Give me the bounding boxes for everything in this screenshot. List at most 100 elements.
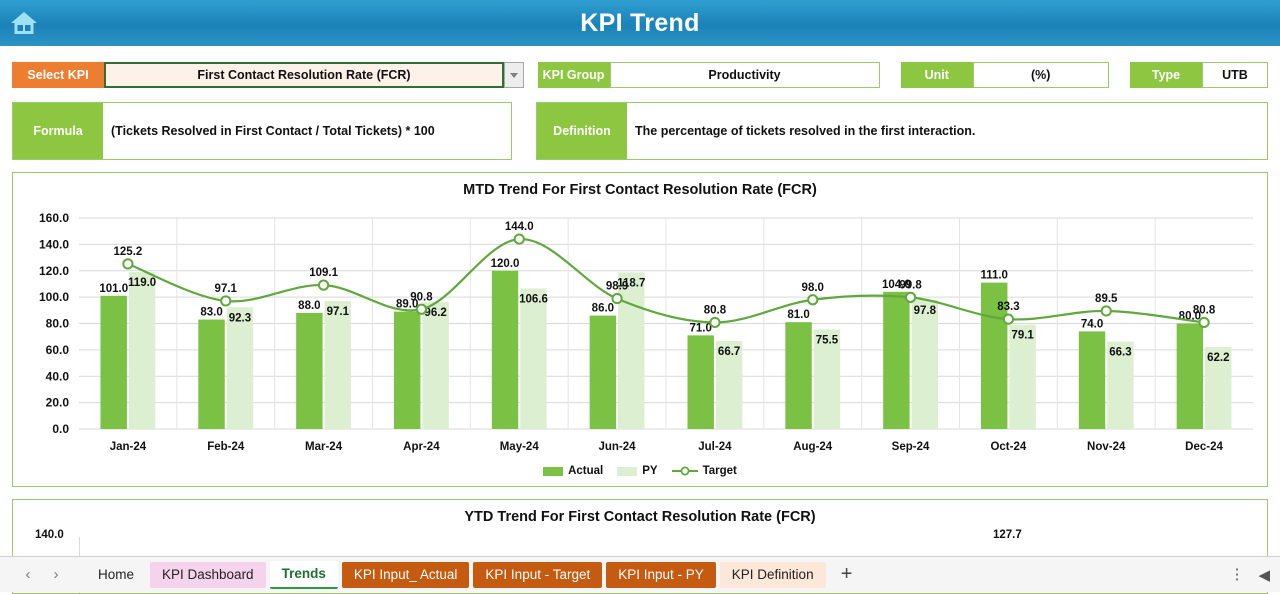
svg-text:86.0: 86.0 <box>592 303 614 315</box>
svg-text:66.3: 66.3 <box>1109 347 1131 359</box>
kpi-selector-row: Select KPI First Contact Resolution Rate… <box>12 60 1268 90</box>
svg-text:79.1: 79.1 <box>1011 330 1034 342</box>
svg-text:111.0: 111.0 <box>980 270 1008 282</box>
svg-text:97.1: 97.1 <box>327 306 350 318</box>
svg-text:66.7: 66.7 <box>718 346 740 358</box>
formula-box: Formula (Tickets Resolved in First Conta… <box>12 102 512 160</box>
select-kpi-label: Select KPI <box>12 62 104 88</box>
svg-text:125.2: 125.2 <box>114 246 143 258</box>
vertical-dots-icon[interactable]: ⋮ <box>1229 571 1244 579</box>
formula-label: Formula <box>13 103 103 159</box>
x-tick-label: Jul-24 <box>666 441 764 453</box>
legend-label: Target <box>703 465 737 477</box>
svg-text:83.0: 83.0 <box>200 307 222 319</box>
legend-item-target: Target <box>672 465 737 477</box>
sheet-tab-kpi-definition[interactable]: KPI Definition <box>720 562 826 588</box>
svg-text:120.0: 120.0 <box>491 258 520 270</box>
svg-text:80.0: 80.0 <box>46 317 70 331</box>
x-tick-label: Nov-24 <box>1057 441 1155 453</box>
sheet-tab-home[interactable]: Home <box>86 562 146 588</box>
svg-text:109.1: 109.1 <box>309 267 338 279</box>
unit-value: (%) <box>973 62 1109 88</box>
x-tick-label: Feb-24 <box>177 441 275 453</box>
page-title: KPI Trend <box>0 9 1280 38</box>
legend-swatch <box>617 467 637 476</box>
svg-text:97.8: 97.8 <box>914 305 937 317</box>
svg-text:120.0: 120.0 <box>39 264 69 278</box>
x-tick-label: Sep-24 <box>862 441 960 453</box>
svg-text:40.0: 40.0 <box>46 369 70 383</box>
svg-text:75.5: 75.5 <box>816 334 839 346</box>
svg-text:100.0: 100.0 <box>39 290 69 304</box>
x-tick-label: Dec-24 <box>1155 441 1253 453</box>
sheet-bar-right-controls: ⋮ ◀ <box>1229 566 1270 584</box>
legend-item-py: PY <box>617 465 657 477</box>
sheet-tab-list: HomeKPI DashboardTrendsKPI Input_ Actual… <box>86 561 830 589</box>
kpi-group-field: KPI Group Productivity <box>538 62 880 88</box>
x-tick-label: May-24 <box>470 441 568 453</box>
ytd-first-tick: 140.0 <box>35 529 64 541</box>
svg-text:101.0: 101.0 <box>99 283 128 295</box>
kpi-group-label: KPI Group <box>538 62 610 88</box>
sheet-tab-kpi-input-actual[interactable]: KPI Input_ Actual <box>342 562 470 588</box>
x-tick-label: Jan-24 <box>79 441 177 453</box>
mtd-legend: Actual PY Target <box>13 465 1267 477</box>
type-label: Type <box>1130 62 1202 88</box>
svg-text:92.3: 92.3 <box>229 312 251 324</box>
legend-label: PY <box>642 465 657 477</box>
mtd-chart-panel: MTD Trend For First Contact Resolution R… <box>12 172 1268 487</box>
type-value: UTB <box>1202 62 1268 88</box>
mtd-x-axis: Jan-24Feb-24Mar-24Apr-24May-24Jun-24Jul-… <box>79 441 1253 453</box>
select-kpi-dropdown-button[interactable] <box>504 62 524 88</box>
sheet-tab-kpi-dashboard[interactable]: KPI Dashboard <box>150 562 266 588</box>
mtd-chart-svg: 0.020.040.060.080.0100.0120.0140.0160.01… <box>13 204 1267 439</box>
sheet-tab-kpi-input-py[interactable]: KPI Input - PY <box>606 562 716 588</box>
svg-text:74.0: 74.0 <box>1081 318 1103 330</box>
svg-text:60.0: 60.0 <box>46 343 70 357</box>
sheet-tab-kpi-input-target[interactable]: KPI Input - Target <box>473 562 602 588</box>
svg-text:98.9: 98.9 <box>606 281 628 293</box>
svg-text:0.0: 0.0 <box>52 422 69 436</box>
legend-swatch <box>543 467 563 476</box>
prev-sheet-button[interactable]: ‹ <box>14 561 42 589</box>
app-title-bar: KPI Trend <box>0 0 1280 46</box>
svg-text:20.0: 20.0 <box>46 396 70 410</box>
formula-definition-row: Formula (Tickets Resolved in First Conta… <box>12 102 1268 160</box>
svg-text:119.0: 119.0 <box>128 277 156 289</box>
add-sheet-button[interactable]: + <box>830 561 864 589</box>
definition-label: Definition <box>537 103 627 159</box>
select-kpi-value[interactable]: First Contact Resolution Rate (FCR) <box>104 62 504 88</box>
formula-value: (Tickets Resolved in First Contact / Tot… <box>103 103 511 159</box>
svg-text:98.0: 98.0 <box>802 282 824 294</box>
kpi-group-value: Productivity <box>610 62 880 88</box>
unit-label: Unit <box>901 62 973 88</box>
ytd-chart-title: YTD Trend For First Contact Resolution R… <box>13 500 1267 525</box>
scroll-right-icon[interactable]: ◀ <box>1258 566 1270 584</box>
legend-line-marker <box>672 466 698 476</box>
mtd-chart-title: MTD Trend For First Contact Resolution R… <box>13 173 1267 198</box>
svg-text:106.6: 106.6 <box>519 293 548 305</box>
select-kpi-group: Select KPI First Contact Resolution Rate… <box>12 62 524 88</box>
svg-text:97.1: 97.1 <box>215 283 238 295</box>
next-sheet-button[interactable]: › <box>42 561 70 589</box>
svg-text:89.5: 89.5 <box>1095 293 1118 305</box>
svg-text:71.0: 71.0 <box>690 322 712 334</box>
definition-value: The percentage of tickets resolved in th… <box>627 103 1267 159</box>
x-tick-label: Oct-24 <box>959 441 1057 453</box>
type-field: Type UTB <box>1130 62 1268 88</box>
svg-text:81.0: 81.0 <box>787 309 809 321</box>
legend-item-actual: Actual <box>543 465 603 477</box>
x-tick-label: Aug-24 <box>764 441 862 453</box>
sheet-tab-trends[interactable]: Trends <box>270 561 338 589</box>
svg-text:90.8: 90.8 <box>410 291 433 303</box>
svg-text:96.2: 96.2 <box>424 307 446 319</box>
svg-text:83.3: 83.3 <box>997 301 1019 313</box>
definition-box: Definition The percentage of tickets res… <box>536 102 1268 160</box>
legend-label: Actual <box>568 465 603 477</box>
mtd-plot-area: 0.020.040.060.080.0100.0120.0140.0160.01… <box>13 204 1267 439</box>
svg-text:88.0: 88.0 <box>298 300 320 312</box>
unit-field: Unit (%) <box>901 62 1109 88</box>
svg-text:62.2: 62.2 <box>1207 352 1229 364</box>
svg-text:144.0: 144.0 <box>505 221 534 233</box>
svg-text:140.0: 140.0 <box>39 237 69 251</box>
